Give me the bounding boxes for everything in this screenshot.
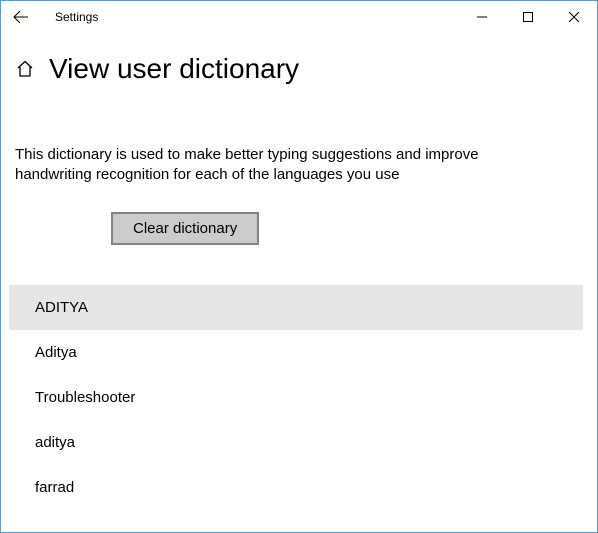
home-icon	[15, 59, 35, 79]
clear-dictionary-button[interactable]: Clear dictionary	[111, 212, 259, 245]
window-title: Settings	[55, 10, 98, 24]
page-title: View user dictionary	[49, 53, 299, 85]
maximize-button[interactable]	[505, 1, 551, 33]
home-button[interactable]	[15, 59, 35, 79]
list-item[interactable]: ADITYA	[9, 285, 583, 330]
list-item[interactable]: farrad	[9, 465, 583, 510]
description-text: This dictionary is used to make better t…	[15, 145, 485, 186]
back-arrow-icon	[13, 9, 29, 25]
back-button[interactable]	[5, 1, 37, 33]
minimize-button[interactable]	[459, 1, 505, 33]
content-area: View user dictionary This dictionary is …	[1, 33, 597, 532]
close-icon	[569, 12, 579, 22]
maximize-icon	[523, 12, 533, 22]
window-controls	[459, 1, 597, 33]
list-item[interactable]: Troubleshooter	[9, 375, 583, 420]
titlebar: Settings	[1, 1, 597, 33]
list-item[interactable]: aditya	[9, 420, 583, 465]
word-list: ADITYA Aditya Troubleshooter aditya farr…	[9, 285, 583, 510]
close-button[interactable]	[551, 1, 597, 33]
minimize-icon	[477, 12, 487, 22]
page-header: View user dictionary	[15, 53, 583, 85]
list-item[interactable]: Aditya	[9, 330, 583, 375]
